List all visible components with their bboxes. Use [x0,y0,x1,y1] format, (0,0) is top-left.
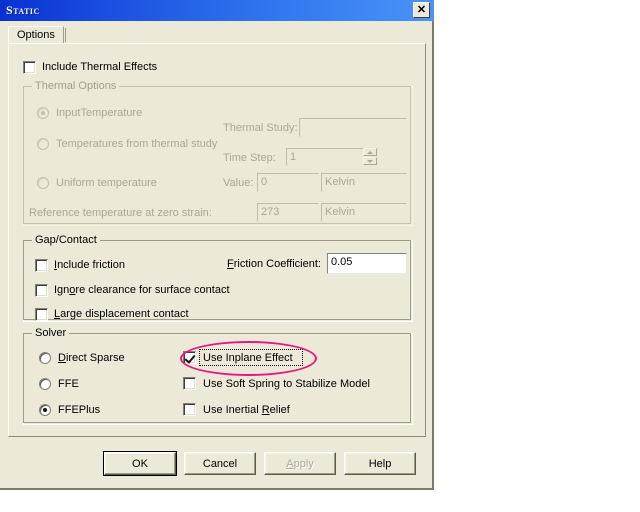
use-soft-spring-label[interactable]: Use Soft Spring to Stabilize Model [203,378,370,391]
include-thermal-effects-label[interactable]: Include Thermal Effects [42,61,157,74]
include-thermal-effects-checkbox[interactable] [23,61,36,74]
solver-group-title: Solver [32,327,70,339]
ignore-clearance-checkbox[interactable] [35,284,48,297]
use-inplane-effect-label[interactable]: Use Inplane Effect [203,352,293,365]
friction-coefficient-field[interactable]: 0.05 [327,253,407,274]
use-inertial-relief-checkbox[interactable] [183,403,196,416]
large-displacement-checkbox[interactable] [35,308,48,321]
value-label: Value: [223,177,254,189]
radio-input-temperature-label[interactable]: InputTemperature [56,107,142,120]
title-bar[interactable]: Static ✕ [0,0,434,21]
radio-temperatures-from-thermal-study-label[interactable]: Temperatures from thermal study [56,138,217,151]
use-inplane-effect-checkbox[interactable] [183,351,196,364]
radio-direct-sparse[interactable] [39,352,51,364]
stepper-down-icon[interactable] [363,157,377,165]
value-field[interactable]: 0 [257,173,319,192]
thermal-study-label: Thermal Study: [223,122,298,134]
cancel-button[interactable]: Cancel [184,452,256,475]
ok-button[interactable]: OK [103,451,177,476]
radio-direct-sparse-label[interactable]: Direct Sparse [58,352,125,365]
ignore-clearance-label[interactable]: Ignore clearance for surface contact [54,284,230,297]
friction-coefficient-label: Friction Coefficient: [227,258,321,270]
radio-temperatures-from-thermal-study[interactable] [37,138,49,150]
tab-strip: Options [8,26,426,44]
radio-uniform-temperature-label[interactable]: Uniform temperature [56,177,157,190]
include-friction-checkbox[interactable] [35,259,48,272]
stepper-up-icon[interactable] [363,148,377,156]
use-inertial-relief-label[interactable]: Use Inertial Relief [203,404,290,417]
apply-button: Apply [264,452,336,475]
thermal-options-group-title: Thermal Options [32,80,120,92]
thermal-study-combobox[interactable] [299,118,407,137]
radio-uniform-temperature[interactable] [37,177,49,189]
include-friction-label[interactable]: Include friction [54,259,125,272]
gap-contact-group-title: Gap/Contact [32,234,100,246]
radio-ffeplus[interactable] [39,404,51,416]
radio-ffeplus-label[interactable]: FFEPlus [58,404,100,417]
time-step-label: Time Step: [223,152,276,164]
use-soft-spring-checkbox[interactable] [183,377,196,390]
tab-options[interactable]: Options [8,26,64,44]
friction-coefficient-label-text: riction Coefficient: [233,258,321,270]
radio-ffe-label[interactable]: FFE [58,378,79,391]
options-tab-panel: Include Thermal Effects Thermal Options … [8,43,426,437]
help-button[interactable]: Help [344,452,416,475]
window-title: Static [6,3,40,17]
value-unit-combobox[interactable]: Kelvin [321,173,407,192]
large-displacement-label[interactable]: Large displacement contact [54,308,189,321]
reference-unit-combobox[interactable]: Kelvin [321,203,407,222]
close-icon[interactable]: ✕ [413,2,430,18]
reference-temperature-field[interactable]: 273 [257,203,319,222]
tab-divider [65,28,66,42]
include-friction-label-text: nclude friction [57,259,125,271]
reference-temperature-label: Reference temperature at zero strain: [29,207,212,219]
radio-ffe[interactable] [39,378,51,390]
time-step-stepper[interactable] [363,148,377,165]
static-dialog: Static ✕ Options Include Thermal Effects… [0,0,434,490]
radio-input-temperature[interactable] [37,107,49,119]
